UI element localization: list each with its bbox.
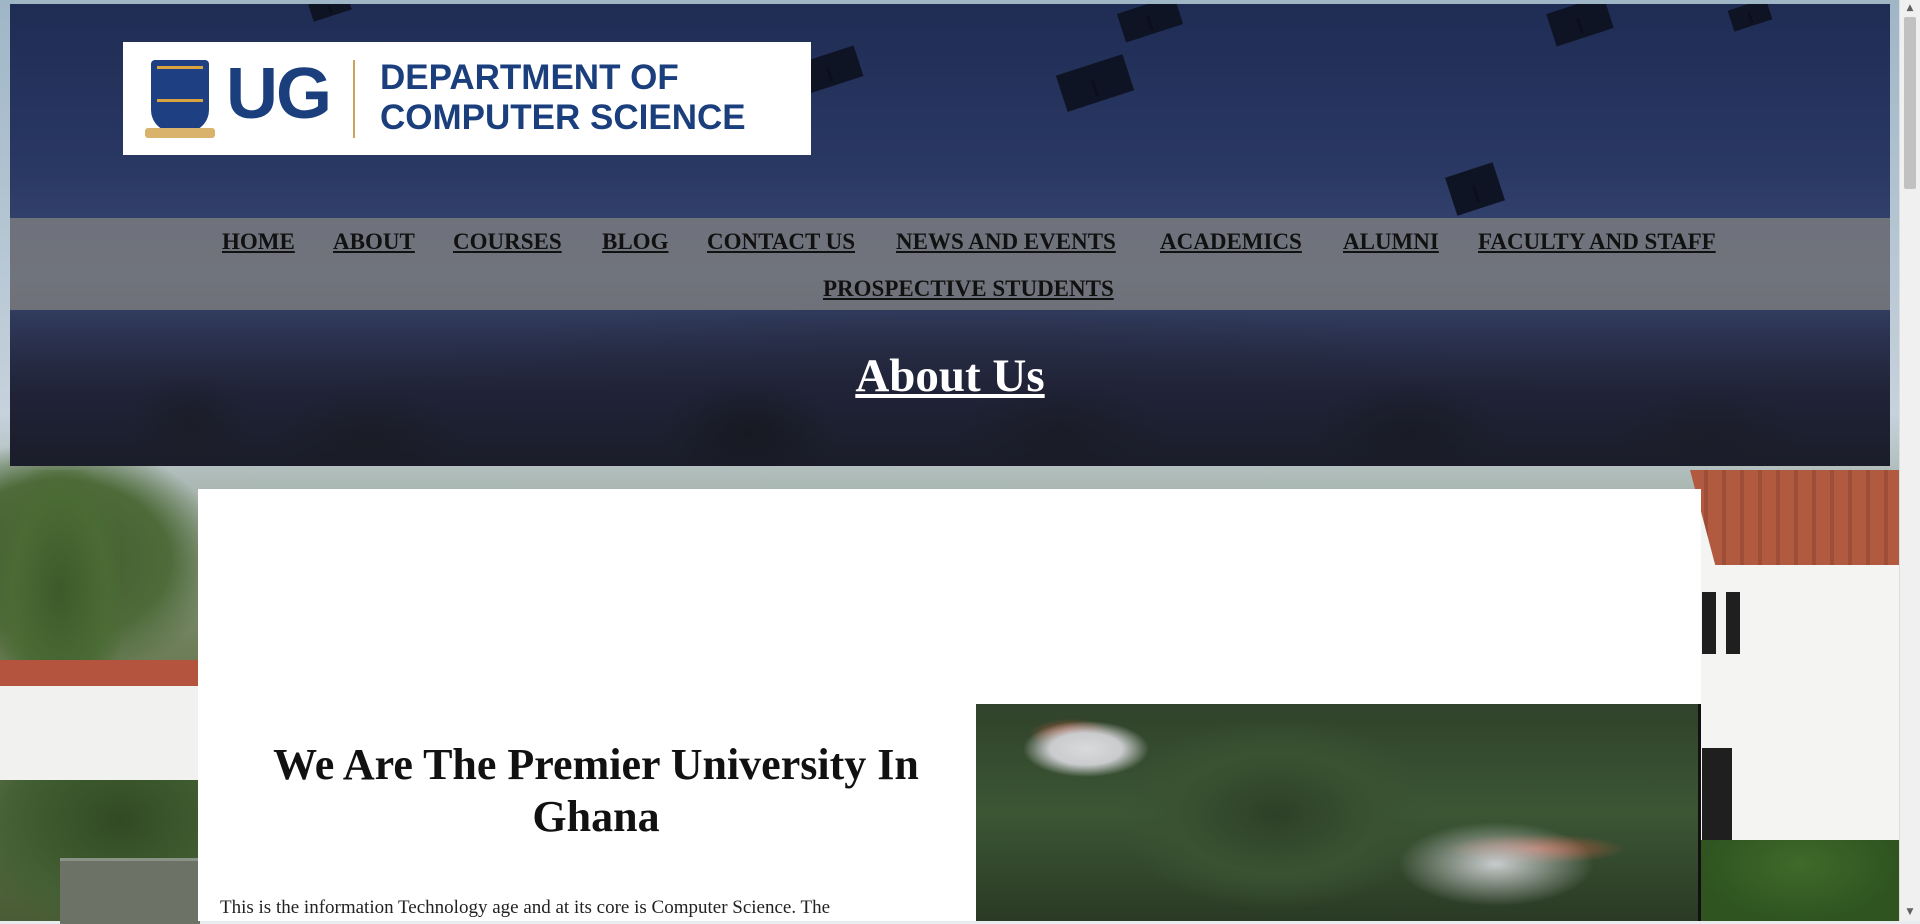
- crest-ribbon: [145, 128, 215, 138]
- nav-item-news-and-events[interactable]: NEWS AND EVENTS: [896, 229, 1116, 255]
- section-heading: We Are The Premier University In Ghana: [273, 740, 919, 841]
- background-wall: [60, 858, 200, 924]
- nav-item-courses[interactable]: COURSES: [453, 229, 562, 255]
- nav-list: HOME ABOUT COURSES BLOG CONTACT US NEWS …: [10, 218, 1890, 310]
- main-navigation: HOME ABOUT COURSES BLOG CONTACT US NEWS …: [10, 218, 1890, 310]
- section-body-text: This is the information Technology age a…: [220, 897, 831, 918]
- page-title: About Us: [855, 350, 1045, 402]
- graduation-cap-icon: [1546, 4, 1614, 47]
- logo-line-1: DEPARTMENT OF: [380, 58, 679, 97]
- logo-mark: UG: [226, 54, 332, 134]
- background-window: [1726, 592, 1740, 654]
- nav-item-blog[interactable]: BLOG: [602, 229, 668, 255]
- graduation-cap-icon: [308, 4, 352, 22]
- background-roof: [1690, 470, 1900, 565]
- graduation-cap-icon: [1727, 4, 1773, 32]
- scrollbar-thumb[interactable]: [1904, 17, 1916, 189]
- nav-item-prospective-students[interactable]: PROSPECTIVE STUDENTS: [823, 276, 1114, 302]
- campus-aerial-photo: [976, 704, 1701, 921]
- nav-item-academics[interactable]: ACADEMICS: [1160, 229, 1302, 255]
- nav-item-alumni[interactable]: ALUMNI: [1343, 229, 1439, 255]
- vertical-scrollbar[interactable]: ▲ ▼: [1899, 0, 1920, 921]
- graduation-cap-icon: [1445, 162, 1505, 216]
- logo-line-2: COMPUTER SCIENCE: [380, 98, 746, 137]
- nav-item-home[interactable]: HOME: [222, 229, 295, 255]
- graduation-cap-icon: [1116, 4, 1184, 43]
- background-hedge: [1700, 840, 1900, 921]
- background-building-left: [0, 660, 200, 780]
- nav-item-contact-us[interactable]: CONTACT US: [707, 229, 855, 255]
- logo-divider: [353, 60, 355, 138]
- nav-item-about[interactable]: ABOUT: [333, 229, 415, 255]
- background-window: [1702, 592, 1716, 654]
- content-card: We Are The Premier University In Ghana T…: [198, 489, 1701, 921]
- hero-banner: UG DEPARTMENT OF COMPUTER SCIENCE HOME A…: [10, 4, 1890, 466]
- scroll-up-arrow-icon[interactable]: ▲: [1900, 0, 1920, 17]
- department-logo[interactable]: UG DEPARTMENT OF COMPUTER SCIENCE: [123, 42, 811, 155]
- scroll-down-arrow-icon[interactable]: ▼: [1900, 904, 1920, 921]
- university-crest-icon: [151, 60, 209, 132]
- background-trees: [0, 470, 120, 670]
- nav-item-faculty-and-staff[interactable]: FACULTY AND STAFF: [1478, 229, 1716, 255]
- logo-department-name: DEPARTMENT OF COMPUTER SCIENCE: [380, 58, 746, 138]
- graduation-cap-icon: [1055, 54, 1135, 112]
- photo-border: [1698, 704, 1701, 921]
